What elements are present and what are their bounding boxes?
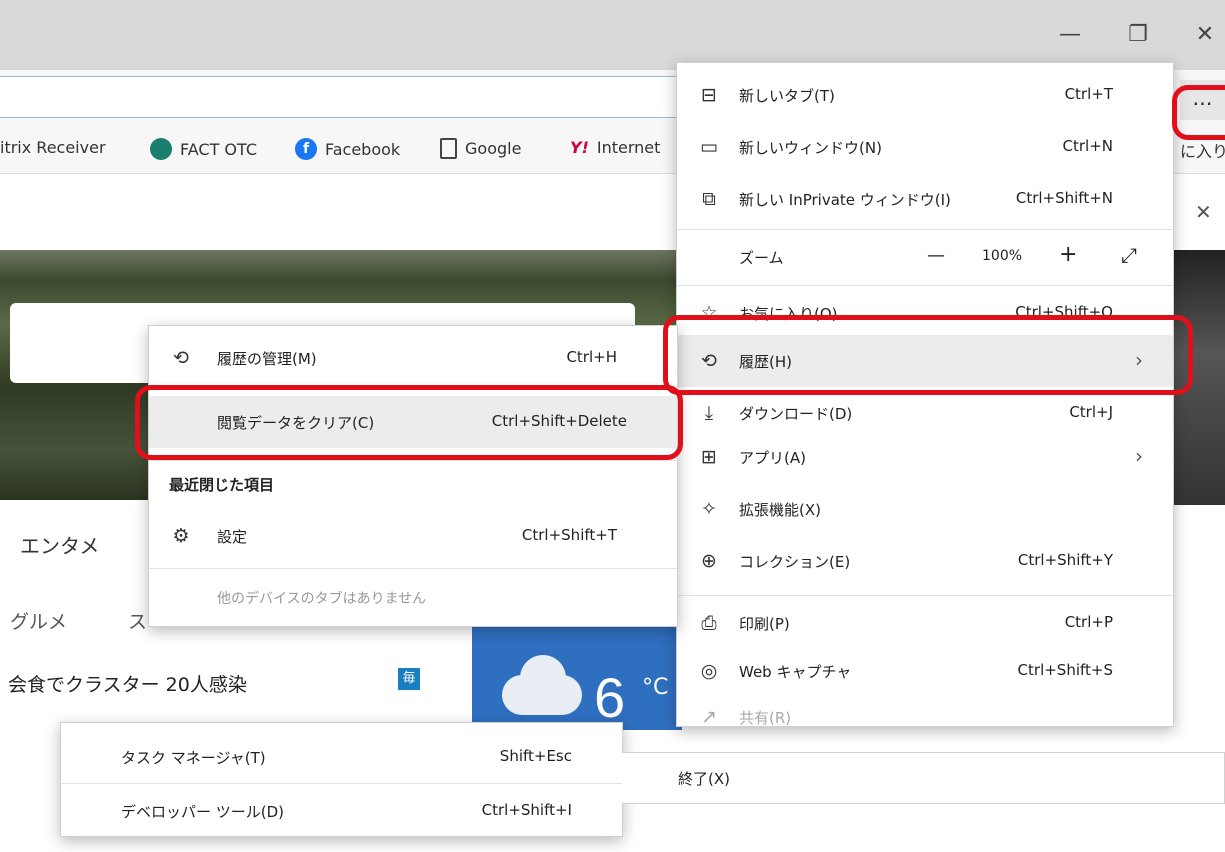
weather-widget[interactable]: 6 °C (472, 625, 682, 730)
gear-icon: ⚙ (172, 525, 190, 547)
bookmark-label: Internet (596, 138, 661, 157)
menu-item-share[interactable]: ↗ 共有(R) (677, 691, 1173, 743)
menu-item-dev-tools[interactable]: デベロッパー ツール(D) Ctrl+Shift+I (61, 785, 622, 837)
menu-item-apps[interactable]: ⊞ アプリ(A) › (677, 431, 1173, 483)
new-window-icon: ▭ (700, 136, 718, 158)
bookmark-favorites[interactable]: に入り (1180, 138, 1225, 162)
news-badge: 毎 (398, 668, 420, 690)
menu-item-inprivate[interactable]: ⧉ 新しい InPrivate ウィンドウ(I) Ctrl+Shift+N (677, 173, 1173, 225)
chevron-right-icon: › (1135, 444, 1143, 468)
web-capture-icon: ◎ (700, 660, 718, 682)
bookmark-label: Facebook (325, 139, 401, 159)
zoom-out-button[interactable]: — (927, 245, 945, 266)
menu-item-label: アプリ(A) (739, 449, 806, 467)
menu-item-label: 共有(R) (739, 709, 792, 727)
menu-item-shortcut: Ctrl+H (566, 348, 617, 366)
nav-gourmet[interactable]: グルメ (10, 607, 67, 634)
menu-item-shortcut: Ctrl+Shift+S (1017, 661, 1113, 679)
menu-item-shortcut: Ctrl+Shift+I (481, 801, 572, 819)
new-tab-icon: ⊟ (701, 84, 717, 106)
title-bar: — ❐ ✕ (0, 0, 1225, 70)
bookmark-label: itrix Receiver (0, 138, 106, 157)
menu-item-new-window[interactable]: ▭ 新しいウィンドウ(N) Ctrl+N (677, 121, 1173, 173)
menu-item-settings[interactable]: ⚙ 設定 Ctrl+Shift+T (149, 510, 677, 562)
no-other-device-tabs: 他のデバイスのタブはありません (217, 591, 427, 607)
minimize-icon[interactable]: — (1050, 22, 1090, 47)
menu-item-extensions[interactable]: ✧ 拡張機能(X) (677, 483, 1173, 535)
bookmark-facebook[interactable]: f Facebook (295, 138, 400, 160)
inprivate-icon: ⧉ (702, 188, 716, 210)
bookmark-internet[interactable]: Y! Internet (570, 138, 660, 157)
menu-item-collections[interactable]: ⊕ コレクション(E) Ctrl+Shift+Y (677, 535, 1173, 587)
menu-item-shortcut: Ctrl+T (1064, 85, 1113, 103)
recently-closed-header: 最近閉じた項目 (169, 476, 275, 494)
download-icon: ⤓ (704, 402, 714, 424)
menu-item-new-tab[interactable]: ⊟ 新しいタブ(T) Ctrl+T (677, 69, 1173, 121)
menu-item-label: Web キャプチャ (739, 663, 852, 681)
menu-item-label: デベロッパー ツール(D) (121, 803, 285, 821)
tab-close-icon[interactable]: ✕ (1195, 200, 1212, 224)
bookmark-label: に入り (1180, 142, 1225, 161)
menu-item-label: 新しい InPrivate ウィンドウ(I) (739, 191, 951, 209)
cloud-icon (502, 655, 582, 715)
menu-item-label: 設定 (217, 528, 248, 546)
fact-otc-icon (150, 138, 172, 160)
bookmark-label: Google (465, 139, 522, 158)
menu-item-label: 新しいウィンドウ(N) (739, 139, 882, 157)
weather-temp: 6 (594, 666, 626, 729)
collections-icon: ⊕ (701, 550, 717, 572)
menu-item-shortcut: Ctrl+N (1062, 137, 1113, 155)
fullscreen-icon[interactable]: ⤢ (1121, 243, 1137, 267)
zoom-in-button[interactable]: + (1059, 242, 1077, 267)
share-icon: ↗ (701, 706, 717, 728)
highlight-history-item (663, 315, 1193, 395)
history-submenu: ⟲ 履歴の管理(M) Ctrl+H 閲覧データをクリア(C) Ctrl+Shif… (148, 325, 678, 627)
facebook-icon: f (295, 138, 317, 160)
news-headline[interactable]: 会食でクラスター 20人感染 (8, 670, 247, 697)
page-icon (440, 138, 457, 159)
menu-item-label: 終了(X) (678, 770, 730, 788)
apps-icon: ⊞ (701, 446, 717, 468)
menu-item-zoom: ズーム — 100% + ⤢ (677, 231, 1173, 283)
yahoo-icon: Y! (570, 138, 589, 157)
menu-item-label: 拡張機能(X) (739, 501, 821, 519)
menu-item-shortcut: Ctrl+Shift+Y (1017, 551, 1113, 569)
menu-item-shortcut: Shift+Esc (499, 747, 572, 765)
highlight-more-button (1172, 85, 1225, 140)
bookmark-citrix[interactable]: itrix Receiver (0, 138, 106, 157)
restore-icon[interactable]: ❐ (1118, 22, 1158, 47)
more-tools-submenu: タスク マネージャ(T) Shift+Esc デベロッパー ツール(D) Ctr… (60, 722, 623, 837)
zoom-value: 100% (982, 248, 1023, 264)
menu-item-shortcut: Ctrl+Shift+N (1015, 189, 1113, 207)
menu-item-label: 印刷(P) (739, 615, 790, 633)
menu-item-label: 新しいタブ(T) (739, 87, 835, 105)
weather-unit: °C (642, 675, 669, 700)
menu-item-task-manager[interactable]: タスク マネージャ(T) Shift+Esc (61, 731, 622, 783)
menu-item-shortcut: Ctrl+Shift+T (521, 526, 617, 544)
print-icon: ⎙ (701, 612, 717, 634)
highlight-clear-data-item (135, 385, 683, 460)
menu-item-label: ダウンロード(D) (739, 405, 853, 423)
history-icon: ⟲ (173, 347, 189, 369)
close-icon[interactable]: ✕ (1185, 22, 1225, 47)
menu-item-label: 履歴の管理(M) (217, 350, 317, 368)
menu-item-print[interactable]: ⎙ 印刷(P) Ctrl+P (677, 597, 1173, 649)
bookmark-label: FACT OTC (180, 139, 258, 159)
menu-item-label: タスク マネージャ(T) (121, 749, 266, 767)
menu-item-label: コレクション(E) (739, 553, 851, 571)
menu-item-shortcut: Ctrl+P (1064, 613, 1113, 631)
zoom-label: ズーム (739, 249, 784, 267)
menu-item-web-capture[interactable]: ◎ Web キャプチャ Ctrl+Shift+S (677, 645, 1173, 697)
address-input[interactable] (0, 76, 700, 118)
menu-item-exit[interactable]: 終了(X) (622, 752, 1225, 804)
bookmark-google[interactable]: Google (440, 138, 521, 159)
nav-entertainment[interactable]: エンタメ (20, 530, 99, 559)
extensions-icon: ✧ (701, 498, 717, 520)
nav-partial[interactable]: ス (128, 607, 147, 634)
menu-item-manage-history[interactable]: ⟲ 履歴の管理(M) Ctrl+H (149, 332, 677, 384)
bookmark-fact-otc[interactable]: FACT OTC (150, 138, 257, 160)
menu-item-shortcut: Ctrl+J (1069, 403, 1113, 421)
